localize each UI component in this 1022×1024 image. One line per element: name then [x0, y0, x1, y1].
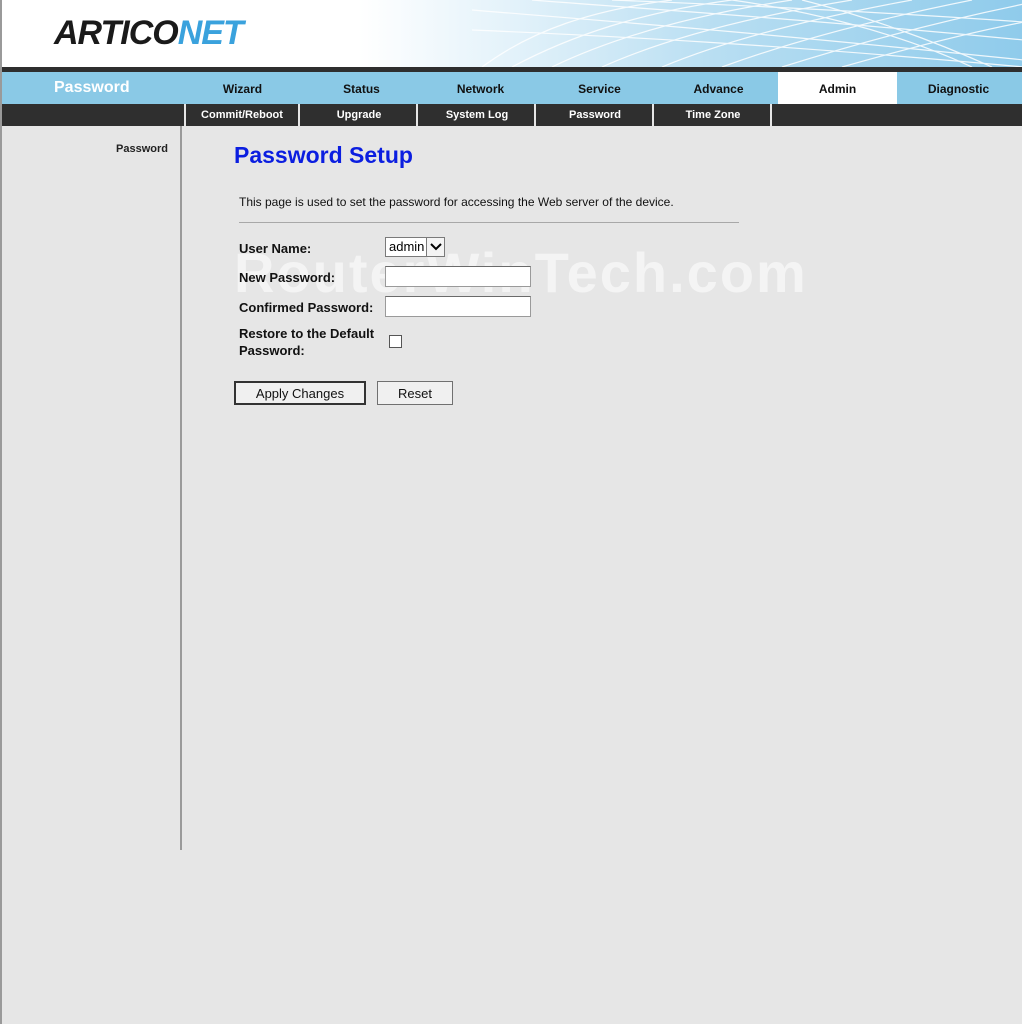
nav-network[interactable]: Network — [421, 72, 540, 104]
sidebar-item-password[interactable]: Password — [116, 143, 168, 155]
confirmed-password-input[interactable] — [385, 296, 531, 317]
brand-logo: ARTICONET — [54, 14, 244, 53]
main-nav: Password Wizard Status Network Service A… — [2, 72, 1022, 104]
header-banner: ARTICONET — [2, 0, 1022, 67]
section-title: Password — [54, 79, 130, 96]
subnav-commit-reboot[interactable]: Commit/Reboot — [184, 104, 300, 126]
nav-diagnostic[interactable]: Diagnostic — [897, 72, 1020, 104]
restore-default-label: Restore to the Default Password: — [239, 326, 374, 358]
nav-advance[interactable]: Advance — [659, 72, 778, 104]
nav-admin[interactable]: Admin — [778, 72, 897, 104]
restore-default-label-line2: Password: — [239, 343, 305, 358]
page-title: Password Setup — [234, 142, 413, 168]
banner-wave-graphic — [472, 0, 1022, 67]
user-name-selected-value: admin — [389, 239, 425, 254]
subnav-system-log[interactable]: System Log — [420, 104, 536, 126]
subnav-time-zone[interactable]: Time Zone — [656, 104, 772, 126]
nav-service[interactable]: Service — [540, 72, 659, 104]
logo-text-accent: NET — [177, 14, 244, 52]
section-divider — [239, 222, 739, 223]
user-name-select[interactable]: admin — [385, 237, 445, 257]
restore-default-label-line1: Restore to the Default — [239, 326, 375, 341]
chevron-down-icon[interactable] — [426, 238, 444, 256]
confirmed-password-label: Confirmed Password: — [239, 300, 374, 315]
sidebar: Password — [2, 126, 182, 850]
sub-nav: Commit/Reboot Upgrade System Log Passwor… — [2, 104, 1022, 126]
subnav-password[interactable]: Password — [538, 104, 654, 126]
nav-wizard[interactable]: Wizard — [183, 72, 302, 104]
page-description: This page is used to set the password fo… — [239, 195, 674, 209]
subnav-upgrade[interactable]: Upgrade — [302, 104, 418, 126]
restore-default-checkbox[interactable] — [389, 335, 402, 348]
logo-text-primary: ARTICO — [54, 14, 179, 52]
new-password-label: New Password: — [239, 270, 336, 285]
new-password-input[interactable] — [385, 266, 531, 287]
nav-status[interactable]: Status — [302, 72, 421, 104]
apply-changes-button[interactable]: Apply Changes — [234, 381, 366, 405]
user-name-label: User Name: — [239, 241, 312, 256]
reset-button[interactable]: Reset — [377, 381, 453, 405]
